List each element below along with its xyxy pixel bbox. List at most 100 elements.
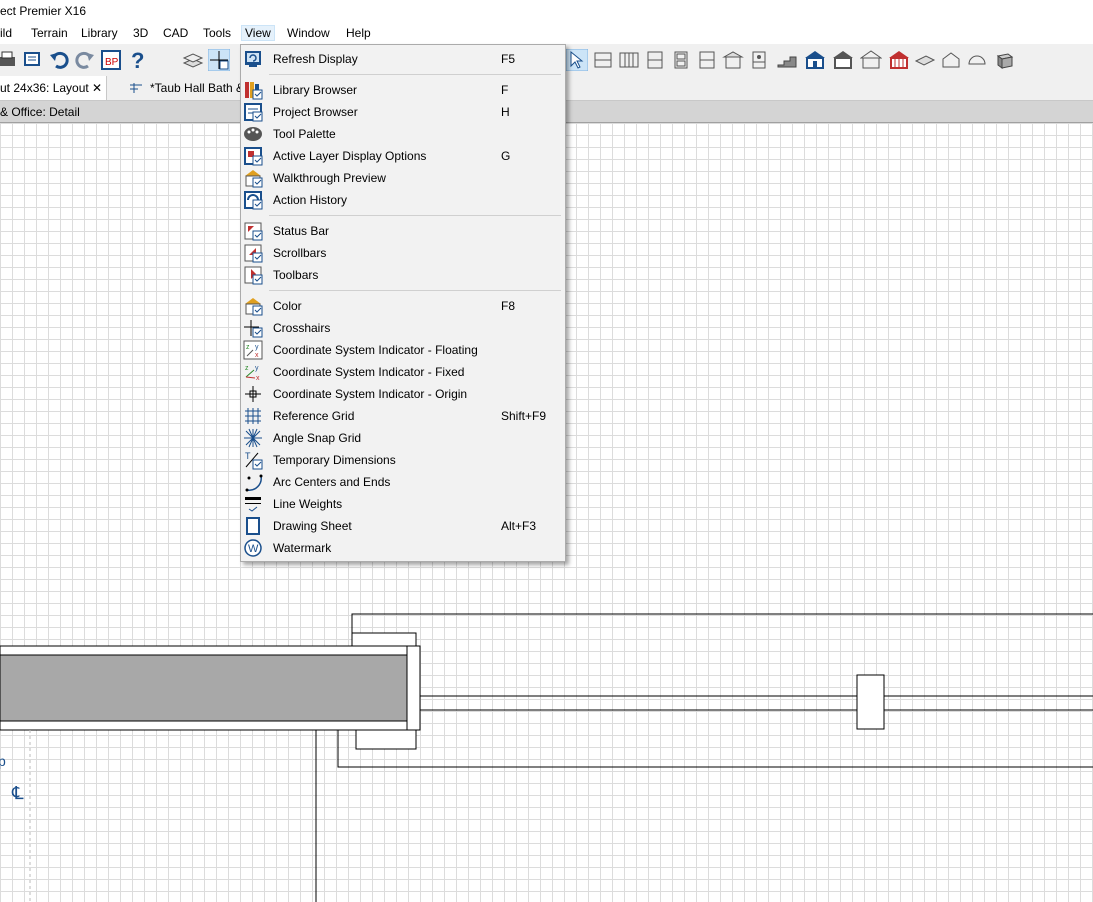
select-objects-icon[interactable] — [566, 49, 588, 71]
roof-icon[interactable] — [722, 49, 744, 71]
svg-text:z: z — [245, 365, 249, 372]
cabinet-icon[interactable] — [644, 49, 666, 71]
menu-item-active-layer-display-options[interactable]: Active Layer Display Options G — [241, 145, 565, 167]
menu-window[interactable]: Window — [287, 26, 330, 40]
menu-3d[interactable]: 3D — [133, 26, 148, 40]
menu-item-library-browser[interactable]: Library Browser F — [241, 79, 565, 101]
menu-item-label: Tool Palette — [273, 127, 336, 141]
menu-item-crosshairs[interactable]: Crosshairs — [241, 317, 565, 339]
wall-tool-icon[interactable] — [592, 49, 614, 71]
arc-centers-icon — [245, 474, 263, 492]
color-icon — [245, 298, 263, 316]
menu-view[interactable]: View — [241, 25, 275, 41]
menu-item-label: Watermark — [273, 541, 332, 555]
menu-item-reference-grid[interactable]: Reference Grid Shift+F9 — [241, 405, 565, 427]
menu-item-scrollbars[interactable]: Scrollbars — [241, 242, 565, 264]
project-browser-icon[interactable]: BP — [100, 49, 122, 71]
menu-separator — [269, 290, 561, 291]
menu-item-label: Angle Snap Grid — [273, 431, 362, 445]
help-icon[interactable]: ? — [128, 49, 150, 71]
menu-separator — [269, 215, 561, 216]
wall-fill — [0, 654, 408, 722]
undo-icon[interactable] — [48, 49, 70, 71]
menu-item-toolbars[interactable]: Toolbars — [241, 264, 565, 286]
post — [856, 674, 885, 730]
house-gray-icon[interactable] — [832, 49, 854, 71]
menu-item-refresh-display[interactable]: Refresh Display F5 — [241, 48, 565, 70]
title-bar: ect Premier X16 — [0, 0, 1093, 22]
plan-view-icon — [130, 83, 142, 93]
crosshairs-icon — [244, 320, 263, 338]
menu-item-coordinate-system-indicator-origin[interactable]: Coordinate System Indicator - Origin — [241, 383, 565, 405]
menu-build[interactable]: ild — [0, 26, 12, 40]
reference-grid-icon — [245, 408, 261, 424]
drawing-sheet-icon — [246, 517, 260, 535]
menu-item-watermark[interactable]: W Watermark — [241, 537, 565, 559]
library-browser-icon — [245, 82, 263, 100]
fixture-icon[interactable] — [748, 49, 770, 71]
menu-terrain[interactable]: Terrain — [31, 26, 68, 40]
menu-item-angle-snap-grid[interactable]: Angle Snap Grid — [241, 427, 565, 449]
print-preview-icon[interactable] — [22, 49, 44, 71]
scrollbars-icon — [244, 244, 263, 263]
dome-icon[interactable] — [966, 49, 988, 71]
tab-layout[interactable]: ut 24x36: Layout ✕ — [0, 76, 107, 100]
menu-item-project-browser[interactable]: Project Browser H — [241, 101, 565, 123]
refresh-display-icon — [245, 51, 261, 67]
window-icon[interactable] — [696, 49, 718, 71]
app-title: ect Premier X16 — [0, 4, 87, 18]
svg-text:y: y — [255, 365, 259, 372]
menu-item-arc-centers-and-ends[interactable]: Arc Centers and Ends — [241, 471, 565, 493]
close-icon[interactable]: ✕ — [92, 76, 102, 100]
menu-item-status-bar[interactable]: Status Bar — [241, 220, 565, 242]
door-icon[interactable] — [670, 49, 692, 71]
upper-frame-line — [351, 613, 1093, 633]
svg-text:x: x — [255, 352, 259, 359]
print-icon[interactable] — [0, 49, 18, 71]
menu-item-drawing-sheet[interactable]: Drawing Sheet Alt+F3 — [241, 515, 565, 537]
railing-icon[interactable] — [618, 49, 640, 71]
menu-item-shortcut: H — [501, 105, 510, 119]
stairs-icon[interactable] — [776, 49, 798, 71]
house-red-icon[interactable] — [888, 49, 910, 71]
menu-item-coordinate-system-indicator-floating[interactable]: z y x Coordinate System Indicator - Floatin… — [241, 339, 565, 361]
menu-tools[interactable]: Tools — [203, 26, 231, 40]
svg-text:T: T — [245, 451, 251, 461]
centerline-symbol: ℄ — [12, 783, 24, 803]
box-icon[interactable] — [994, 49, 1016, 71]
redo-icon[interactable] — [74, 49, 96, 71]
menu-item-label: Line Weights — [273, 497, 343, 511]
menu-item-label: Scrollbars — [273, 246, 327, 260]
menu-item-label: Crosshairs — [273, 321, 331, 335]
tab-layout-label: ut 24x36: Layout — [0, 81, 89, 95]
menu-item-shortcut: Shift+F9 — [501, 409, 547, 423]
slab-icon[interactable] — [914, 49, 936, 71]
menu-help[interactable]: Help — [346, 26, 371, 40]
toolbars-icon — [244, 266, 263, 285]
menu-item-coordinate-system-indicator-fixed[interactable]: z y x Coordinate System Indicator - Fixed — [241, 361, 565, 383]
menu-item-line-weights[interactable]: Line Weights — [241, 493, 565, 515]
tab-plan[interactable]: *Taub Hall Bath & — [124, 76, 244, 100]
watermark-icon: W — [244, 539, 262, 557]
menu-cad[interactable]: CAD — [163, 26, 188, 40]
perspective-icon[interactable] — [940, 49, 962, 71]
menu-item-walkthrough-preview[interactable]: Walkthrough Preview — [241, 167, 565, 189]
menu-item-action-history[interactable]: Action History — [241, 189, 565, 211]
crosshair-toggle-icon[interactable] — [208, 49, 230, 71]
menu-item-shortcut: F5 — [501, 52, 516, 66]
lower-frame-line — [337, 729, 1093, 768]
menu-item-temporary-dimensions[interactable]: T Temporary Dimensions — [241, 449, 565, 471]
house-outline-icon[interactable] — [860, 49, 882, 71]
layer-icon[interactable] — [182, 49, 204, 71]
menu-item-label: Action History — [273, 193, 348, 207]
menu-library[interactable]: Library — [81, 26, 118, 40]
walkthrough-icon — [245, 170, 263, 188]
project-browser-icon — [244, 103, 263, 122]
menu-item-shortcut: F — [501, 83, 509, 97]
menu-item-tool-palette[interactable]: Tool Palette — [241, 123, 565, 145]
p-label: p — [0, 753, 6, 769]
coord-fixed-icon: z yx — [245, 365, 260, 382]
menu-item-label: Reference Grid — [273, 409, 355, 423]
house-blue-icon[interactable] — [804, 49, 826, 71]
menu-item-color[interactable]: Color F8 — [241, 295, 565, 317]
